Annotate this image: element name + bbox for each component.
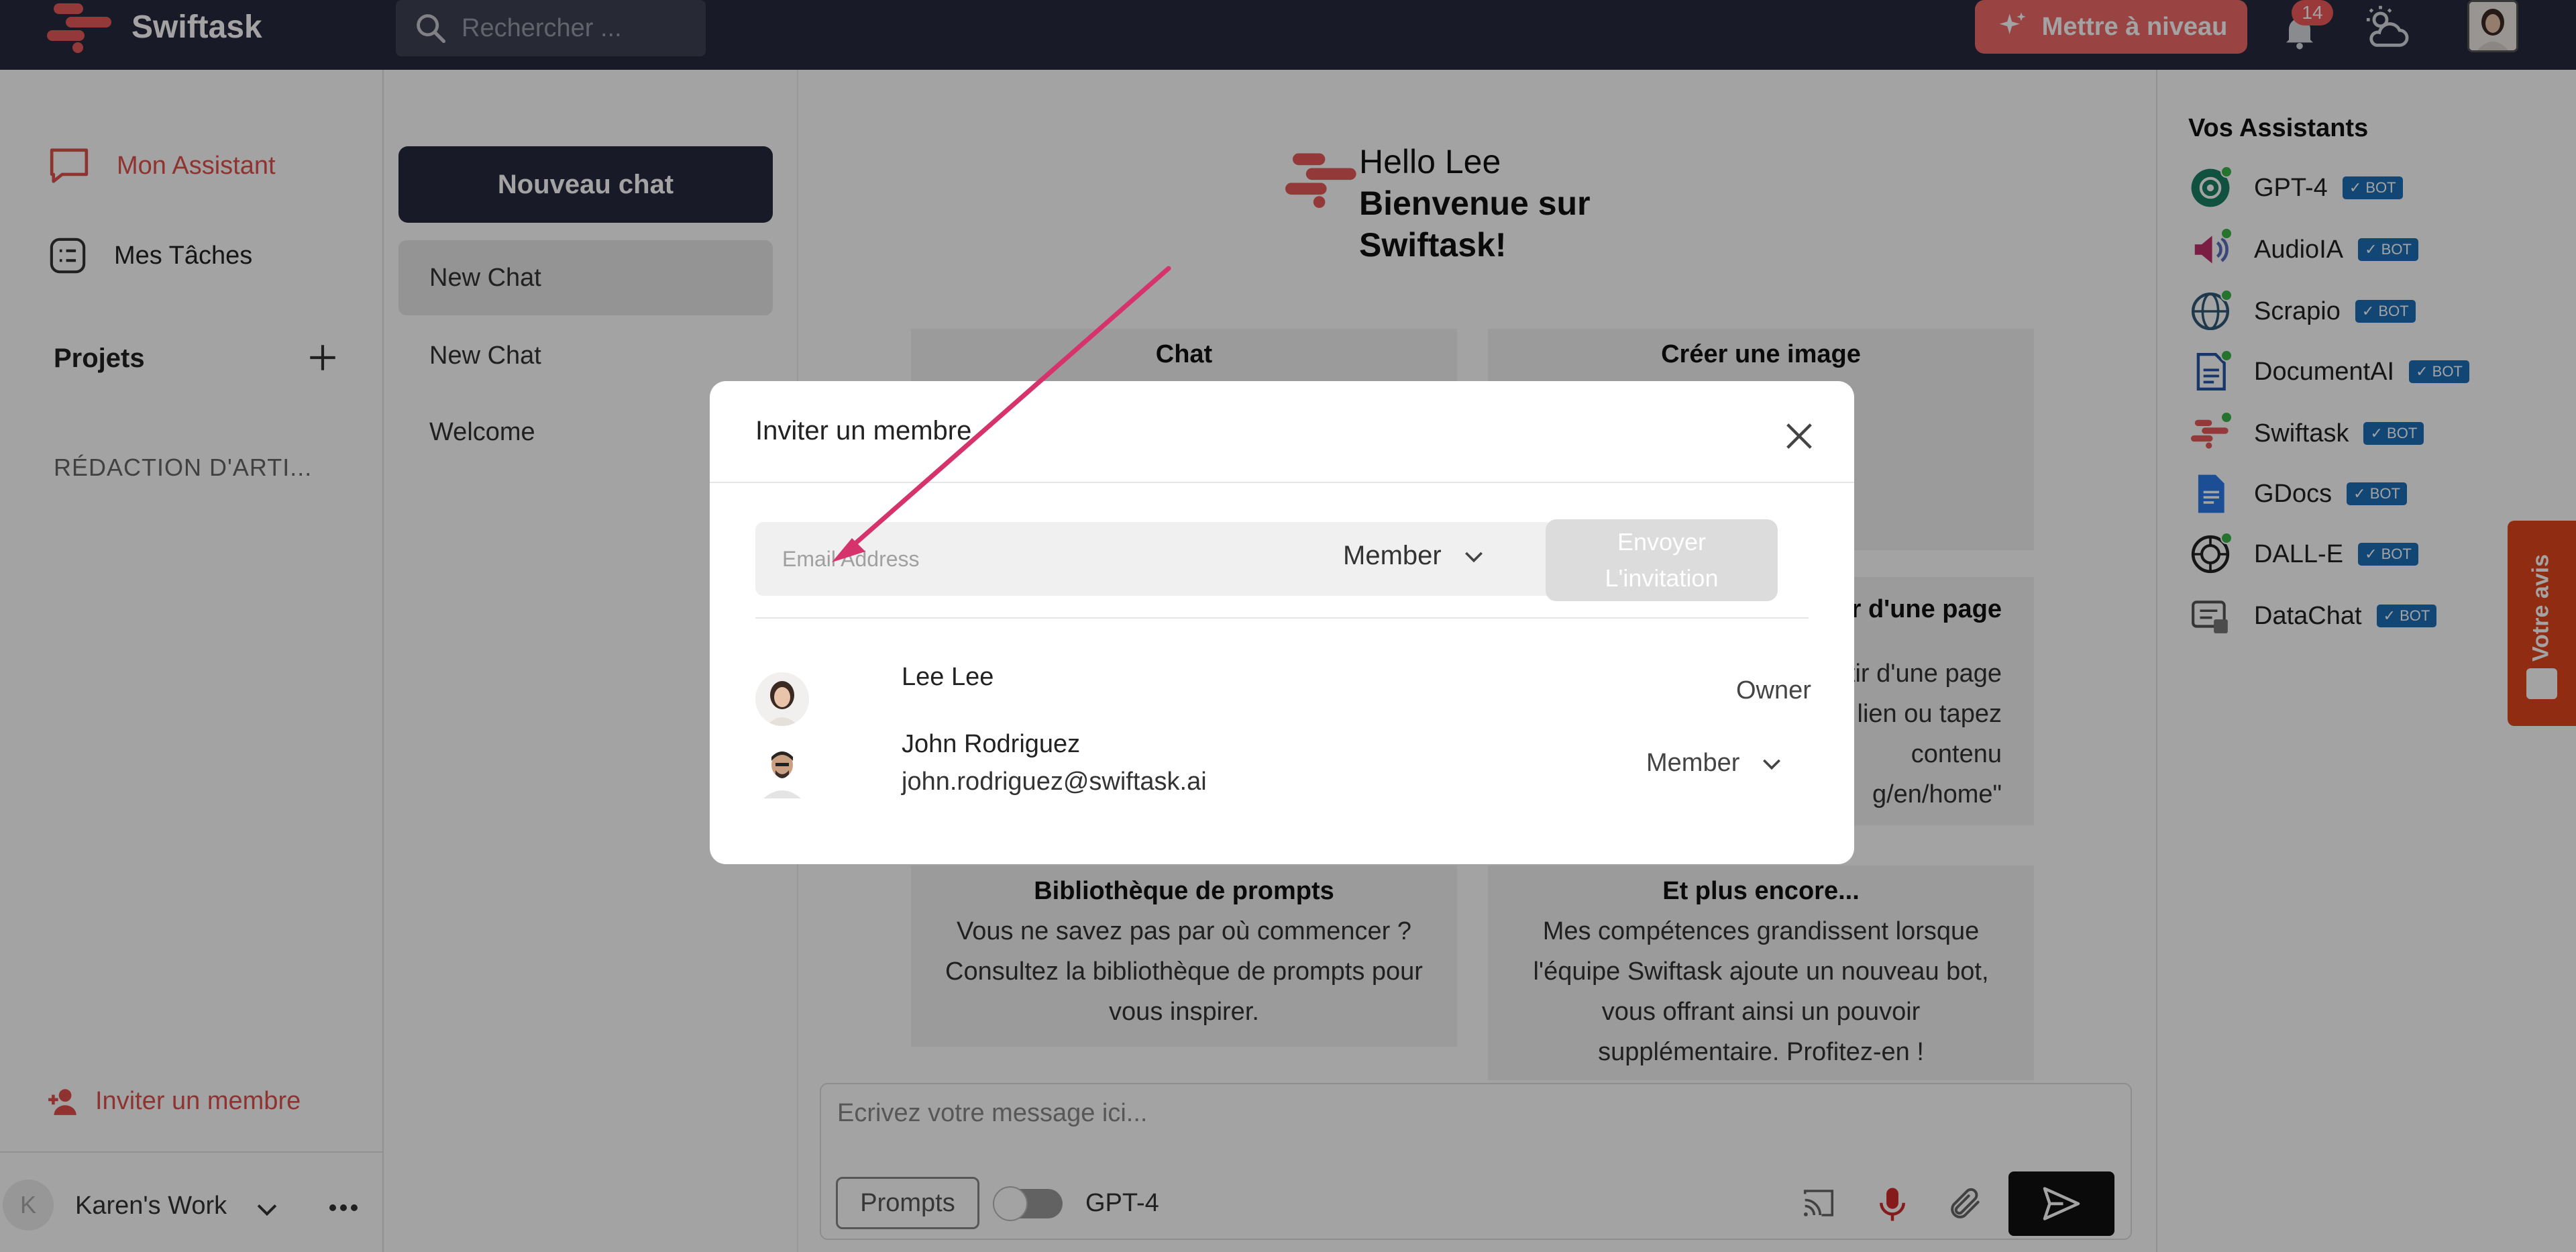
annotation-arrow [832, 266, 1171, 562]
